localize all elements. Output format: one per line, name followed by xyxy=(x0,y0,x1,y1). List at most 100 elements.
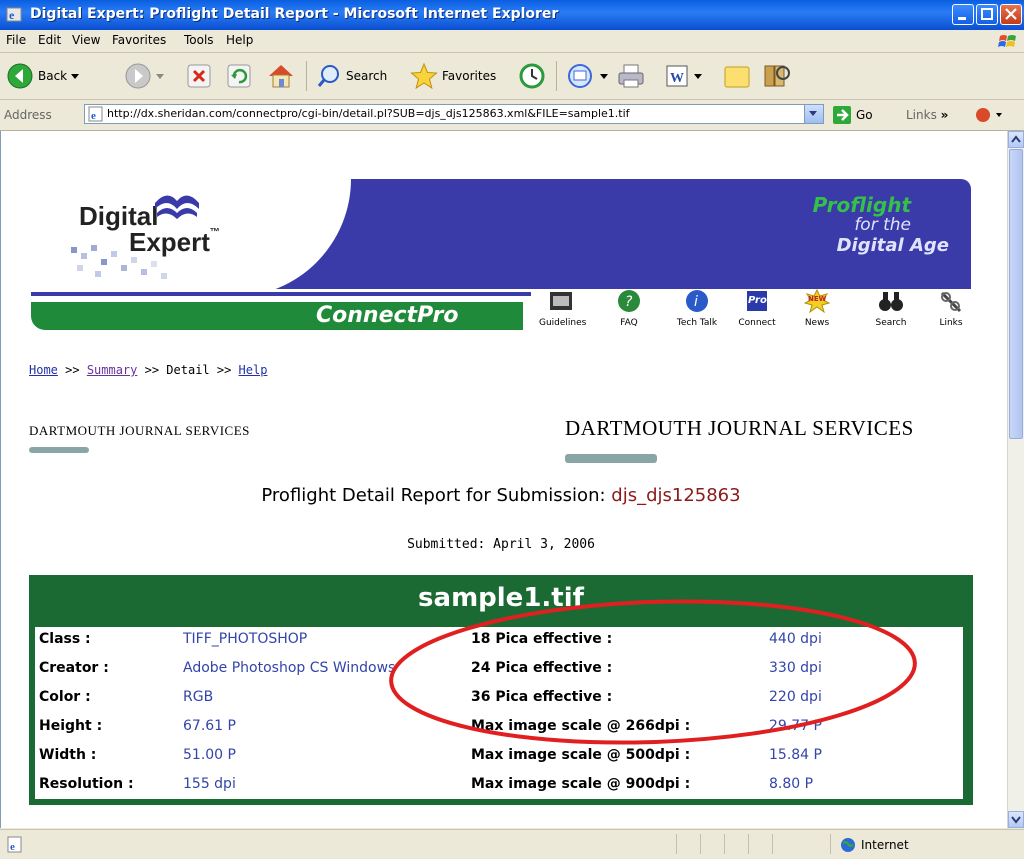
title-bar: e Digital Expert: Proflight Detail Repor… xyxy=(0,0,1024,30)
search-icon xyxy=(317,65,339,87)
mail-icon xyxy=(568,64,592,88)
browser-window: e Digital Expert: Proflight Detail Repor… xyxy=(0,0,1024,859)
publisher-mark-large xyxy=(565,454,657,463)
favorites-label: Favorites xyxy=(442,69,497,83)
window-title: Digital Expert: Proflight Detail Report … xyxy=(30,6,559,22)
nav-links-label: Links xyxy=(939,318,963,328)
stop-button[interactable] xyxy=(186,61,212,91)
chevron-down-icon xyxy=(156,74,164,79)
property-value: TIFF_PHOTOSHOP xyxy=(183,631,308,647)
property-label: Creator : xyxy=(39,660,109,676)
vertical-scrollbar[interactable] xyxy=(1007,131,1024,828)
property-row: Height : 67.61 P Max image scale @ 266dp… xyxy=(35,714,963,742)
mail-button[interactable] xyxy=(566,61,608,91)
property-label: Max image scale @ 900dpi : xyxy=(471,776,691,792)
scroll-down-button[interactable] xyxy=(1008,811,1024,828)
address-dropdown-button[interactable] xyxy=(804,105,823,123)
property-row: Color : RGB 36 Pica effective : 220 dpi xyxy=(35,685,963,713)
go-arrow-icon xyxy=(833,106,851,124)
publisher-logo-small: DARTMOUTH JOURNAL SERVICES xyxy=(29,423,250,438)
nav-guidelines[interactable]: Guidelines xyxy=(539,289,587,328)
property-label: 18 Pica effective : xyxy=(471,631,613,647)
back-arrow-icon xyxy=(7,63,33,89)
property-value: Adobe Photoshop CS Windows xyxy=(183,660,396,676)
close-button[interactable] xyxy=(1000,4,1022,25)
address-input[interactable]: e http://dx.sheridan.com/connectpro/cgi-… xyxy=(84,104,824,124)
news-badge: NEW xyxy=(808,295,827,303)
info-icon: i xyxy=(686,290,708,312)
report-title: Proflight Detail Report for Submission: … xyxy=(1,485,1001,506)
address-bar: Address e http://dx.sheridan.com/connect… xyxy=(0,100,1024,131)
property-value: 67.61 P xyxy=(183,718,236,734)
menu-help[interactable]: Help xyxy=(226,33,253,47)
forward-button[interactable] xyxy=(124,61,164,91)
print-button[interactable] xyxy=(616,61,646,91)
nav-search[interactable]: Search xyxy=(869,289,913,328)
word-icon: W xyxy=(666,65,688,87)
minimize-button[interactable] xyxy=(952,4,974,25)
site-banner: Digital Expert™ Proflight for the Digita… xyxy=(31,179,971,331)
menu-edit[interactable]: Edit xyxy=(38,33,61,47)
links-button[interactable]: Links » xyxy=(906,108,948,122)
tagline-digital-age: Digital Age xyxy=(836,235,949,256)
nav-links[interactable]: Links xyxy=(929,289,973,328)
zone-label: Internet xyxy=(861,838,909,852)
discuss-button[interactable] xyxy=(722,61,752,91)
property-row: Creator : Adobe Photoshop CS Windows 24 … xyxy=(35,656,963,684)
stop-icon xyxy=(187,64,211,88)
chevron-up-icon xyxy=(1011,135,1021,143)
breadcrumb-help-link[interactable]: Help xyxy=(239,363,268,377)
favorites-button[interactable]: Favorites xyxy=(410,61,496,91)
book-logo-icon xyxy=(155,195,199,219)
property-value: 155 dpi xyxy=(183,776,236,792)
property-label: Resolution : xyxy=(39,776,134,792)
nav-connect[interactable]: Connect Pro xyxy=(735,289,779,328)
edit-word-button[interactable]: W xyxy=(664,61,702,91)
property-label: 36 Pica effective : xyxy=(471,689,613,705)
back-button[interactable]: Back xyxy=(6,61,80,91)
property-value: RGB xyxy=(183,689,214,705)
menu-tools[interactable]: Tools xyxy=(184,33,214,47)
refresh-icon xyxy=(227,64,251,88)
tagline-proflight: Proflight xyxy=(812,193,911,217)
property-value: 8.80 P xyxy=(769,776,814,792)
breadcrumb-detail: >> Detail >> xyxy=(137,363,239,377)
refresh-button[interactable] xyxy=(226,61,252,91)
address-url: http://dx.sheridan.com/connectpro/cgi-bi… xyxy=(107,107,630,120)
address-label: Address xyxy=(4,108,52,122)
toolbar: Back Search Favorites W xyxy=(0,53,1024,100)
property-label: Color : xyxy=(39,689,91,705)
property-label: Class : xyxy=(39,631,91,647)
scroll-up-button[interactable] xyxy=(1008,131,1024,148)
breadcrumb-summary-link[interactable]: Summary xyxy=(87,363,138,377)
go-label: Go xyxy=(856,108,873,122)
menu-view[interactable]: View xyxy=(72,33,100,47)
home-button[interactable] xyxy=(266,61,296,91)
research-button[interactable] xyxy=(762,61,792,91)
nav-news-label: News xyxy=(804,318,830,328)
chain-link-icon xyxy=(940,291,962,313)
search-button[interactable]: Search xyxy=(316,61,387,91)
maximize-button[interactable] xyxy=(976,4,998,25)
chevron-down-icon xyxy=(694,74,702,79)
menu-favorites[interactable]: Favorites xyxy=(112,33,166,47)
breadcrumb-home-link[interactable]: Home xyxy=(29,363,58,377)
nav-news[interactable]: News NEW xyxy=(795,288,839,328)
property-row: Width : 51.00 P Max image scale @ 500dpi… xyxy=(35,743,963,771)
page-status-icon: e xyxy=(7,836,22,853)
go-button[interactable]: Go xyxy=(832,105,873,125)
scroll-thumb[interactable] xyxy=(1009,149,1023,439)
nav-tech-talk[interactable]: i Tech Talk xyxy=(675,289,719,328)
svg-text:i: i xyxy=(694,294,698,310)
menu-file[interactable]: File xyxy=(6,33,26,47)
nav-guidelines-label: Guidelines xyxy=(539,318,587,328)
page-icon: e xyxy=(88,106,103,122)
binoculars-icon xyxy=(879,292,903,311)
nav-faq[interactable]: ? FAQ xyxy=(607,289,651,328)
svg-text:e: e xyxy=(10,841,15,853)
history-button[interactable] xyxy=(518,61,546,91)
property-label: 24 Pica effective : xyxy=(471,660,613,676)
toolbar-extension-icon[interactable] xyxy=(974,106,1004,124)
chevron-down-icon xyxy=(71,74,80,79)
nav-tech-talk-label: Tech Talk xyxy=(676,318,718,328)
